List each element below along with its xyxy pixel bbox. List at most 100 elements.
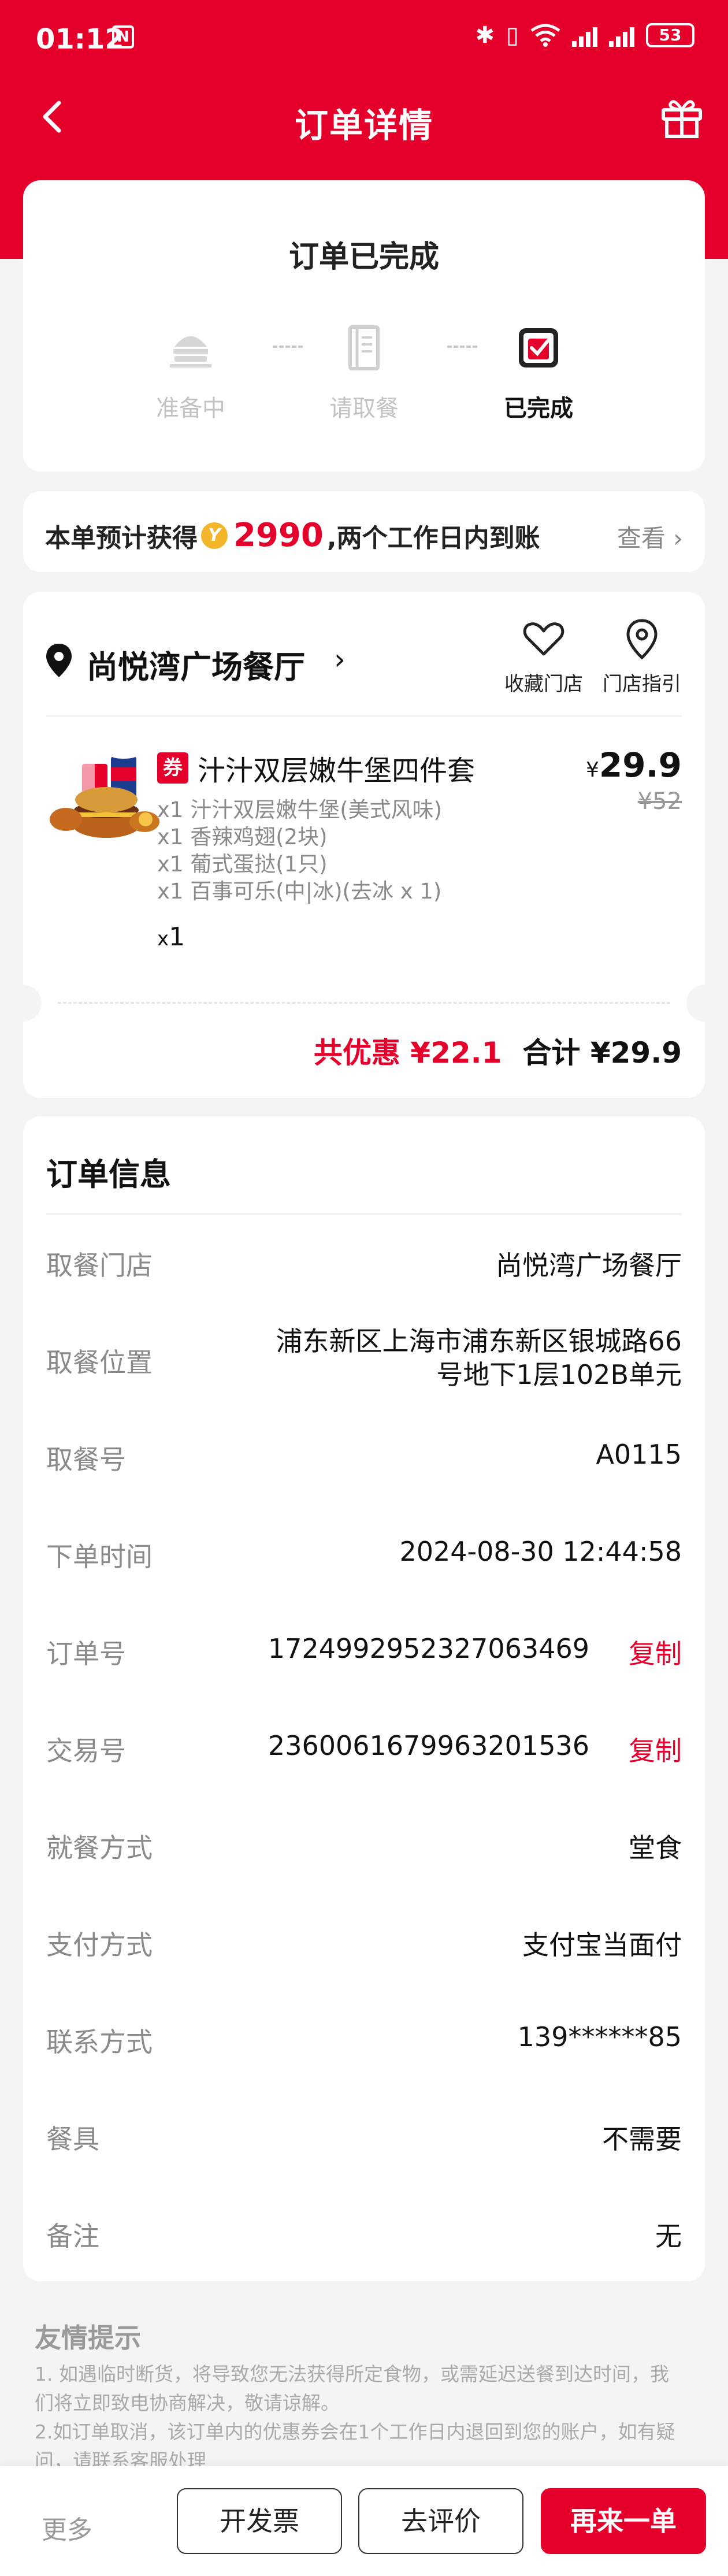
notification-icon: N (112, 25, 134, 49)
info-label: 订单号 (46, 1638, 126, 1669)
info-value: 支付宝当面付 (522, 1929, 682, 1961)
tips-line: 2.如订单取消，该订单内的优惠券会在1个工作日内退回到您的账户，如有疑 (35, 2421, 675, 2443)
view-reward-link[interactable]: 查看 › (617, 519, 683, 554)
nav-bar: 订单详情 (0, 81, 728, 153)
price-value: 29.9 (599, 745, 682, 785)
info-label: 联系方式 (46, 2026, 153, 2058)
reward-prefix: 本单预计获得 (45, 523, 198, 553)
more-button[interactable]: 更多 (42, 2509, 92, 2546)
info-value: 139******85 (517, 2021, 682, 2052)
dashed-divider (58, 1002, 670, 1004)
reorder-button[interactable]: 再来一单 (541, 2488, 706, 2554)
price-currency: ¥ (585, 758, 599, 782)
order-progress-steps: 准备中 请取餐 已完成 (23, 324, 705, 439)
info-value: 浦东新区上海市浦东新区银城路66 号地下1层102B单元 (254, 1324, 682, 1391)
signal-icon-2 (609, 24, 634, 47)
info-label: 下单时间 (46, 1541, 153, 1572)
address-line-2: 号地下1层102B单元 (436, 1359, 682, 1390)
favorite-store-button[interactable]: 收藏门店 (500, 617, 587, 696)
meal-item: x1 汁汁双层嫩牛堡(美式风味) (157, 797, 443, 822)
review-button[interactable]: 去评价 (358, 2488, 523, 2554)
meal-price: ¥29.9 (586, 745, 682, 785)
info-value: 2024-08-30 12:44:58 (399, 1536, 682, 1567)
chevron-right-icon[interactable]: › (334, 643, 346, 676)
completed-bag-icon (519, 328, 558, 368)
battery-icon: 53 (646, 23, 694, 47)
step-preparing: 准备中 (133, 324, 248, 423)
reward-card[interactable]: 本单预计获得 Y 2990 ,两个工作日内到账 查看 › (23, 491, 705, 572)
info-label: 取餐门店 (46, 1250, 153, 1281)
bluetooth-icon: ✱ (475, 22, 495, 49)
meal-items-list: x1 汁汁双层嫩牛堡(美式风味) x1 香辣鸡翅(2块) x1 葡式蛋挞(1只)… (157, 796, 442, 905)
heart-icon (523, 622, 564, 656)
meal-quantity: x1 (157, 922, 185, 952)
coupon-badge: 券 (157, 752, 188, 784)
info-label: 支付方式 (46, 1929, 153, 1961)
page-title: 订单详情 (294, 106, 433, 145)
meal-item: x1 香辣鸡翅(2块) (157, 825, 328, 849)
info-value: 1724992952327063469 (268, 1633, 589, 1664)
info-label: 取餐号 (46, 1444, 126, 1475)
meal-name: 汁汁双层嫩牛堡四件套 (198, 755, 476, 787)
store-name[interactable]: 尚悦湾广场餐厅 (87, 641, 305, 687)
address-line-1: 浦东新区上海市浦东新区银城路66 (276, 1326, 682, 1357)
receipt-book-icon (348, 325, 380, 370)
location-marker-icon (46, 644, 72, 677)
info-label: 就餐方式 (46, 1832, 153, 1864)
store-directions-button[interactable]: 门店指引 (599, 617, 685, 696)
status-bar: 01:12 N ✱ ▯ 53 (0, 0, 728, 81)
signal-icon-1 (572, 24, 597, 47)
step-completed: 已完成 (481, 324, 596, 423)
order-info-title: 订单信息 (46, 1156, 171, 1193)
info-value: 无 (655, 2221, 682, 2252)
store-directions-label: 门店指引 (603, 673, 681, 696)
info-label: 交易号 (46, 1735, 126, 1766)
store-order-card: 尚悦湾广场餐厅 › 收藏门店 门店指引 券 汁汁双层嫩牛堡四件套 ¥29.9 ¥… (5, 592, 723, 1098)
order-totals: 共优惠 ¥22.1 合计 ¥29.9 (314, 1030, 682, 1071)
wifi-icon (530, 24, 560, 47)
invoice-button[interactable]: 开发票 (177, 2488, 342, 2554)
step-pickup: 请取餐 (306, 324, 422, 423)
status-time: 01:12 (36, 23, 124, 55)
order-status-card: 订单已完成 准备中 请取餐 已完成 (23, 180, 705, 472)
step-label: 已完成 (504, 395, 573, 422)
bottom-action-bar: 更多 开发票 去评价 再来一单 (0, 2466, 728, 2576)
copy-transaction-number-button[interactable]: 复制 (629, 1730, 682, 1768)
copy-order-number-button[interactable]: 复制 (629, 1633, 682, 1671)
reward-amount: 2990 (233, 517, 324, 554)
reward-text: 本单预计获得 Y 2990 ,两个工作日内到账 (45, 517, 540, 554)
order-info-card: 订单信息 取餐门店 尚悦湾广场餐厅 取餐位置 浦东新区上海市浦东新区银城路66 … (23, 1116, 705, 2281)
tips-line: 1. 如遇临时断货，将导致您无法获得所定食物，或需延迟送餐到达时间，我 (35, 2363, 669, 2385)
info-value: 不需要 (602, 2124, 682, 2155)
info-label: 取餐位置 (46, 1347, 153, 1378)
chevron-right-icon: › (665, 524, 683, 552)
tips-line: 们将立即致电协商解决，敬请谅解。 (35, 2392, 340, 2414)
vibrate-icon: ▯ (506, 22, 519, 49)
grand-total: 合计 ¥29.9 (522, 1036, 682, 1070)
tips-title: 友情提示 (35, 2322, 141, 2354)
discount-total: 共优惠 ¥22.1 (313, 1036, 502, 1070)
step-label: 准备中 (156, 395, 225, 422)
favorite-store-label: 收藏门店 (504, 673, 583, 696)
tips-text: 1. 如遇临时断货，将导致您无法获得所定食物，或需延迟送餐到达时间，我 们将立即… (35, 2360, 693, 2475)
qty-value: 1 (169, 922, 185, 952)
ticket-notch-right (686, 985, 723, 1022)
meal-item: x1 百事可乐(中|冰)(去冰 x 1) (157, 879, 442, 904)
reward-suffix: ,两个工作日内到账 (326, 523, 540, 553)
ticket-notch-left (5, 985, 42, 1022)
info-value: 尚悦湾广场餐厅 (496, 1250, 682, 1281)
gift-icon[interactable] (658, 92, 706, 141)
view-reward-label: 查看 (616, 524, 666, 552)
step-connector (273, 346, 303, 348)
friendly-tips: 友情提示 1. 如遇临时断货，将导致您无法获得所定食物，或需延迟送餐到达时间，我… (35, 2317, 693, 2475)
coin-icon: Y (201, 522, 228, 549)
location-pin-icon (626, 619, 658, 660)
step-label: 请取餐 (329, 395, 399, 422)
order-status-title: 订单已完成 (288, 240, 439, 274)
step-connector (447, 346, 477, 348)
info-label: 备注 (46, 2221, 99, 2252)
info-label: 餐具 (46, 2124, 99, 2155)
divider (46, 1213, 682, 1215)
info-value: A0115 (596, 1439, 682, 1470)
status-indicators: ✱ ▯ 53 (475, 22, 694, 49)
